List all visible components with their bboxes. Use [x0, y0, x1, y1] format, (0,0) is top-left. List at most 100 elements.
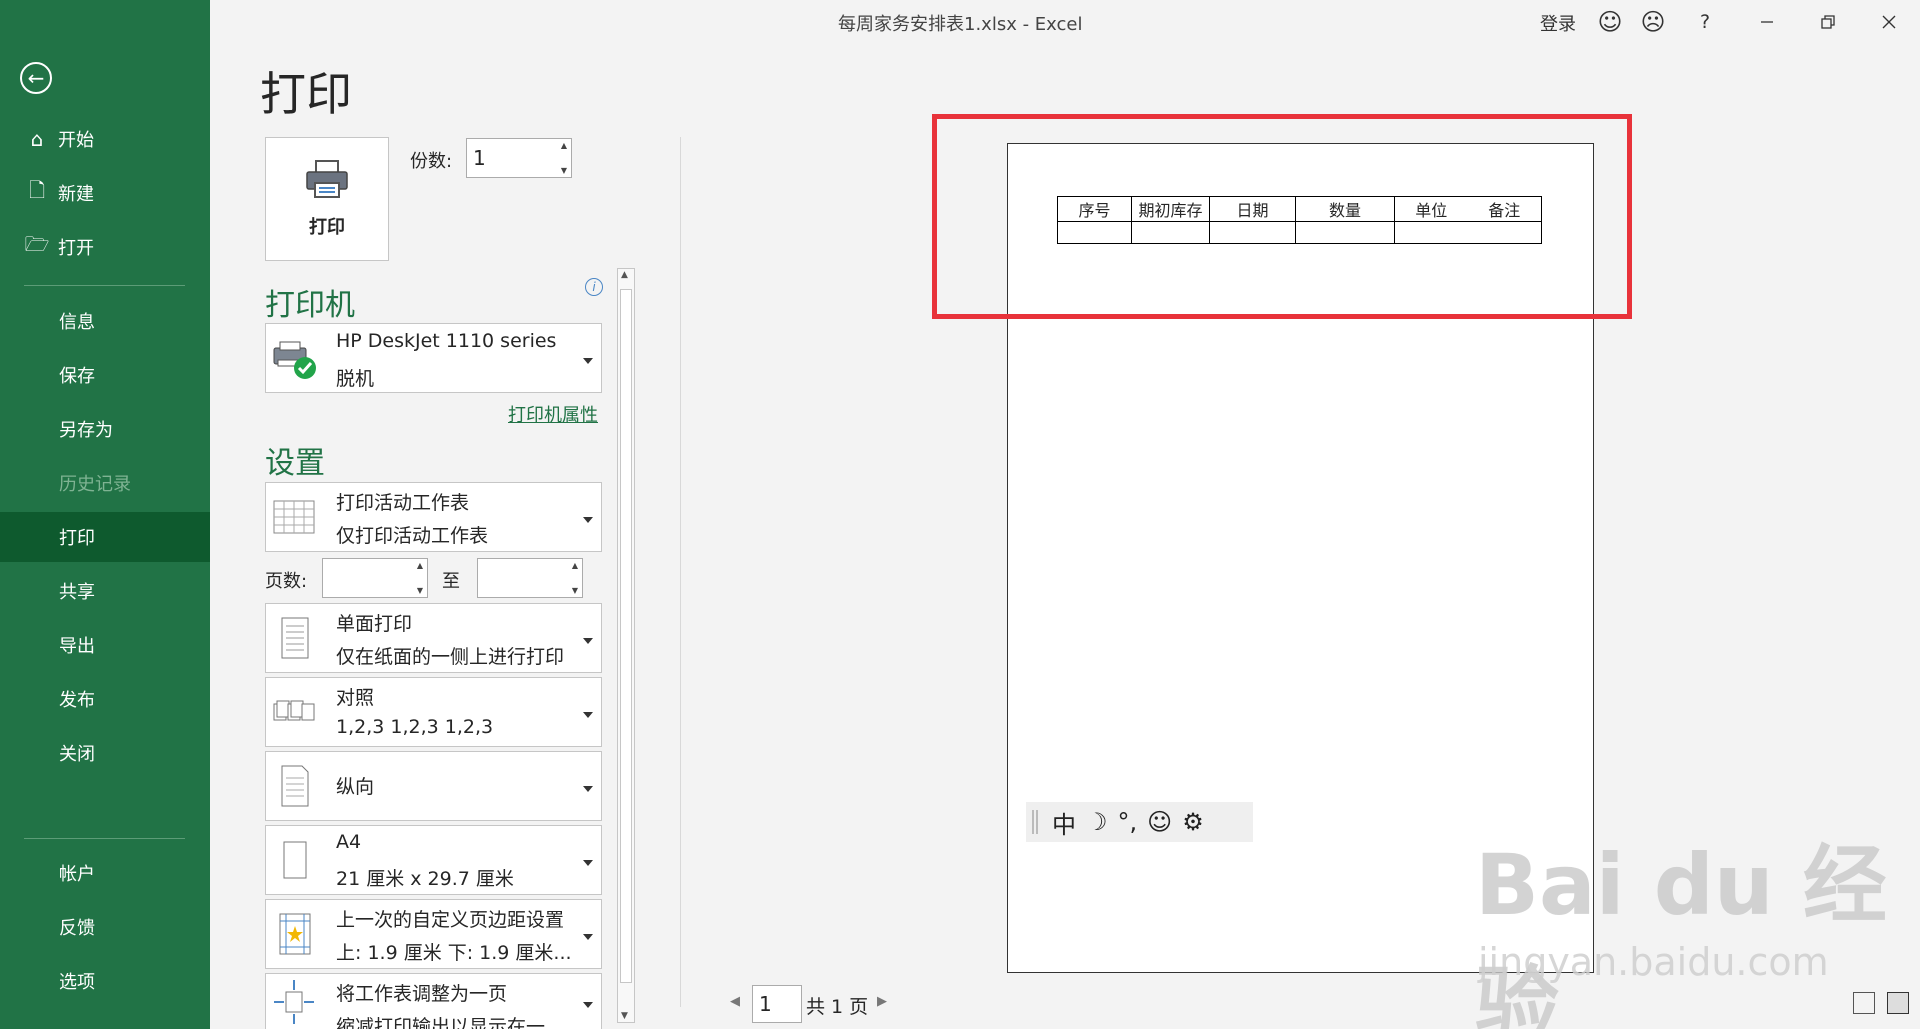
copies-value: 1 — [473, 146, 486, 170]
nav-item-feedback[interactable]: 反馈 — [0, 902, 210, 952]
smile-feedback-icon[interactable]: ☺ — [1593, 5, 1627, 39]
next-page-icon[interactable]: ▶ — [877, 994, 887, 1009]
copies-stepper[interactable]: 1 ▲ ▼ — [466, 138, 572, 178]
chinese-mode-icon[interactable]: 中 — [1052, 805, 1076, 840]
nav-item-label: 共享 — [59, 582, 95, 603]
stepper-down-icon[interactable]: ▼ — [417, 586, 423, 595]
stepper-down-icon[interactable]: ▼ — [572, 586, 578, 595]
prev-page-icon[interactable]: ◀ — [730, 994, 740, 1009]
pages-label: 页数: — [265, 571, 308, 592]
baidu-watermark-url: jingyan.baidu.com — [1478, 940, 1829, 984]
nav-item-save[interactable]: 保存 — [0, 350, 210, 400]
collate-pages-icon — [272, 690, 316, 734]
stepper-up-icon[interactable]: ▲ — [572, 561, 578, 570]
nav-item-options[interactable]: 选项 — [0, 956, 210, 1006]
nav-item-home[interactable]: ⌂ 开始 — [0, 114, 210, 164]
nav-item-label: 导出 — [59, 636, 95, 657]
settings-scrollbar[interactable]: ▲ ▼ — [617, 268, 635, 1023]
page-title: 打印 — [260, 67, 352, 121]
nav-item-share[interactable]: 共享 — [0, 566, 210, 616]
title-bar: 每周家务安排表1.xlsx - Excel 登录 ☺ ☹ ? — [210, 0, 1920, 44]
stepper-down-icon[interactable]: ▼ — [561, 166, 567, 175]
restore-icon[interactable] — [1811, 5, 1845, 39]
emoji-icon[interactable]: ☺ — [1147, 808, 1172, 836]
print-what-dropdown[interactable]: 打印活动工作表 仅打印活动工作表 — [265, 482, 602, 552]
setting-line2: 仅在纸面的一侧上进行打印 — [336, 646, 565, 668]
annotation-highlight-box — [932, 114, 1632, 319]
printer-properties-link[interactable]: 打印机属性 — [508, 401, 598, 427]
page-to-input[interactable]: ▲ ▼ — [477, 558, 583, 598]
settings-gear-icon[interactable]: ⚙ — [1182, 808, 1204, 836]
nav-item-label: 信息 — [59, 312, 95, 333]
minimize-icon[interactable] — [1750, 5, 1784, 39]
home-icon: ⌂ — [30, 127, 44, 151]
info-icon[interactable]: i — [585, 278, 603, 296]
ime-toolbar: 中 ☽ °, ☺ ⚙ — [1026, 802, 1253, 842]
nav-item-open[interactable]: 🗁 打开 — [0, 222, 210, 272]
paper-size-dropdown[interactable]: A4 21 厘米 x 29.7 厘米 — [265, 825, 602, 895]
login-link[interactable]: 登录 — [1540, 10, 1576, 36]
panel-divider — [680, 137, 681, 1007]
scrollbar-thumb[interactable] — [620, 289, 632, 983]
setting-line1: 纵向 — [336, 776, 375, 798]
setting-line1: 打印活动工作表 — [336, 492, 470, 514]
nav-item-publish[interactable]: 发布 — [0, 674, 210, 724]
nav-item-label: 反馈 — [59, 918, 95, 939]
one-sided-page-icon — [272, 616, 316, 660]
moon-icon[interactable]: ☽ — [1086, 808, 1108, 836]
close-icon[interactable] — [1872, 5, 1906, 39]
help-button[interactable]: ? — [1688, 5, 1722, 39]
nav-item-label: 发布 — [59, 690, 95, 711]
chevron-down-icon — [583, 934, 593, 940]
nav-item-new[interactable]: 🗋 新建 — [0, 168, 210, 218]
nav-divider — [24, 838, 185, 839]
nav-item-export[interactable]: 导出 — [0, 620, 210, 670]
margins-dropdown[interactable]: 上一次的自定义页边距设置 上: 1.9 厘米 下: 1.9 厘米... — [265, 899, 602, 969]
to-label: 至 — [442, 571, 460, 592]
chevron-down-icon — [583, 638, 593, 644]
nav-divider — [24, 285, 185, 286]
frown-feedback-icon[interactable]: ☹ — [1636, 5, 1670, 39]
setting-line1: 对照 — [336, 687, 375, 709]
stepper-up-icon[interactable]: ▲ — [561, 141, 567, 150]
printer-dropdown[interactable]: HP DeskJet 1110 series 脱机 — [265, 323, 602, 393]
page-number-input[interactable]: 1 — [752, 985, 802, 1023]
nav-item-label: 开始 — [58, 130, 94, 151]
chevron-down-icon — [583, 860, 593, 866]
nav-item-print[interactable]: 打印 — [0, 512, 210, 562]
setting-line1: 将工作表调整为一页 — [336, 983, 508, 1005]
printer-icon — [304, 159, 350, 203]
sides-dropdown[interactable]: 单面打印 仅在纸面的一侧上进行打印 — [265, 603, 602, 673]
settings-section-title: 设置 — [265, 446, 325, 481]
scaling-dropdown[interactable]: 将工作表调整为一页 缩减打印输出以显示在一... — [265, 973, 602, 1029]
punctuation-icon[interactable]: °, — [1118, 808, 1138, 836]
worksheet-grid-icon — [272, 495, 316, 539]
printer-section-title: 打印机 — [265, 288, 355, 323]
nav-item-history: 历史记录 — [0, 458, 210, 508]
page-from-input[interactable]: ▲ ▼ — [322, 558, 428, 598]
paper-size-icon — [272, 838, 316, 882]
scroll-down-icon[interactable]: ▼ — [621, 1011, 628, 1021]
print-button[interactable]: 打印 — [265, 137, 389, 261]
orientation-dropdown[interactable]: 纵向 — [265, 751, 602, 821]
window-title: 每周家务安排表1.xlsx - Excel — [838, 14, 1083, 35]
nav-item-save-as[interactable]: 另存为 — [0, 404, 210, 454]
setting-line1: 单面打印 — [336, 613, 413, 635]
back-arrow-icon[interactable]: ← — [20, 62, 52, 94]
nav-item-account[interactable]: 帐户 — [0, 848, 210, 898]
nav-item-info[interactable]: 信息 — [0, 296, 210, 346]
setting-line1: A4 — [336, 831, 362, 853]
scroll-up-icon[interactable]: ▲ — [621, 270, 628, 280]
nav-item-close[interactable]: 关闭 — [0, 728, 210, 778]
folder-open-icon: 🗁 — [24, 232, 50, 256]
collate-dropdown[interactable]: 对照 1,2,3 1,2,3 1,2,3 — [265, 677, 602, 747]
nav-item-label: 另存为 — [59, 420, 113, 441]
chevron-down-icon — [583, 712, 593, 718]
nav-item-label: 新建 — [58, 184, 94, 205]
printer-status: 脱机 — [336, 368, 375, 390]
drag-handle[interactable] — [1032, 810, 1038, 834]
portrait-page-icon — [272, 764, 316, 808]
stepper-up-icon[interactable]: ▲ — [417, 561, 423, 570]
setting-line2: 上: 1.9 厘米 下: 1.9 厘米... — [336, 942, 572, 964]
nav-item-label: 帐户 — [59, 864, 95, 885]
